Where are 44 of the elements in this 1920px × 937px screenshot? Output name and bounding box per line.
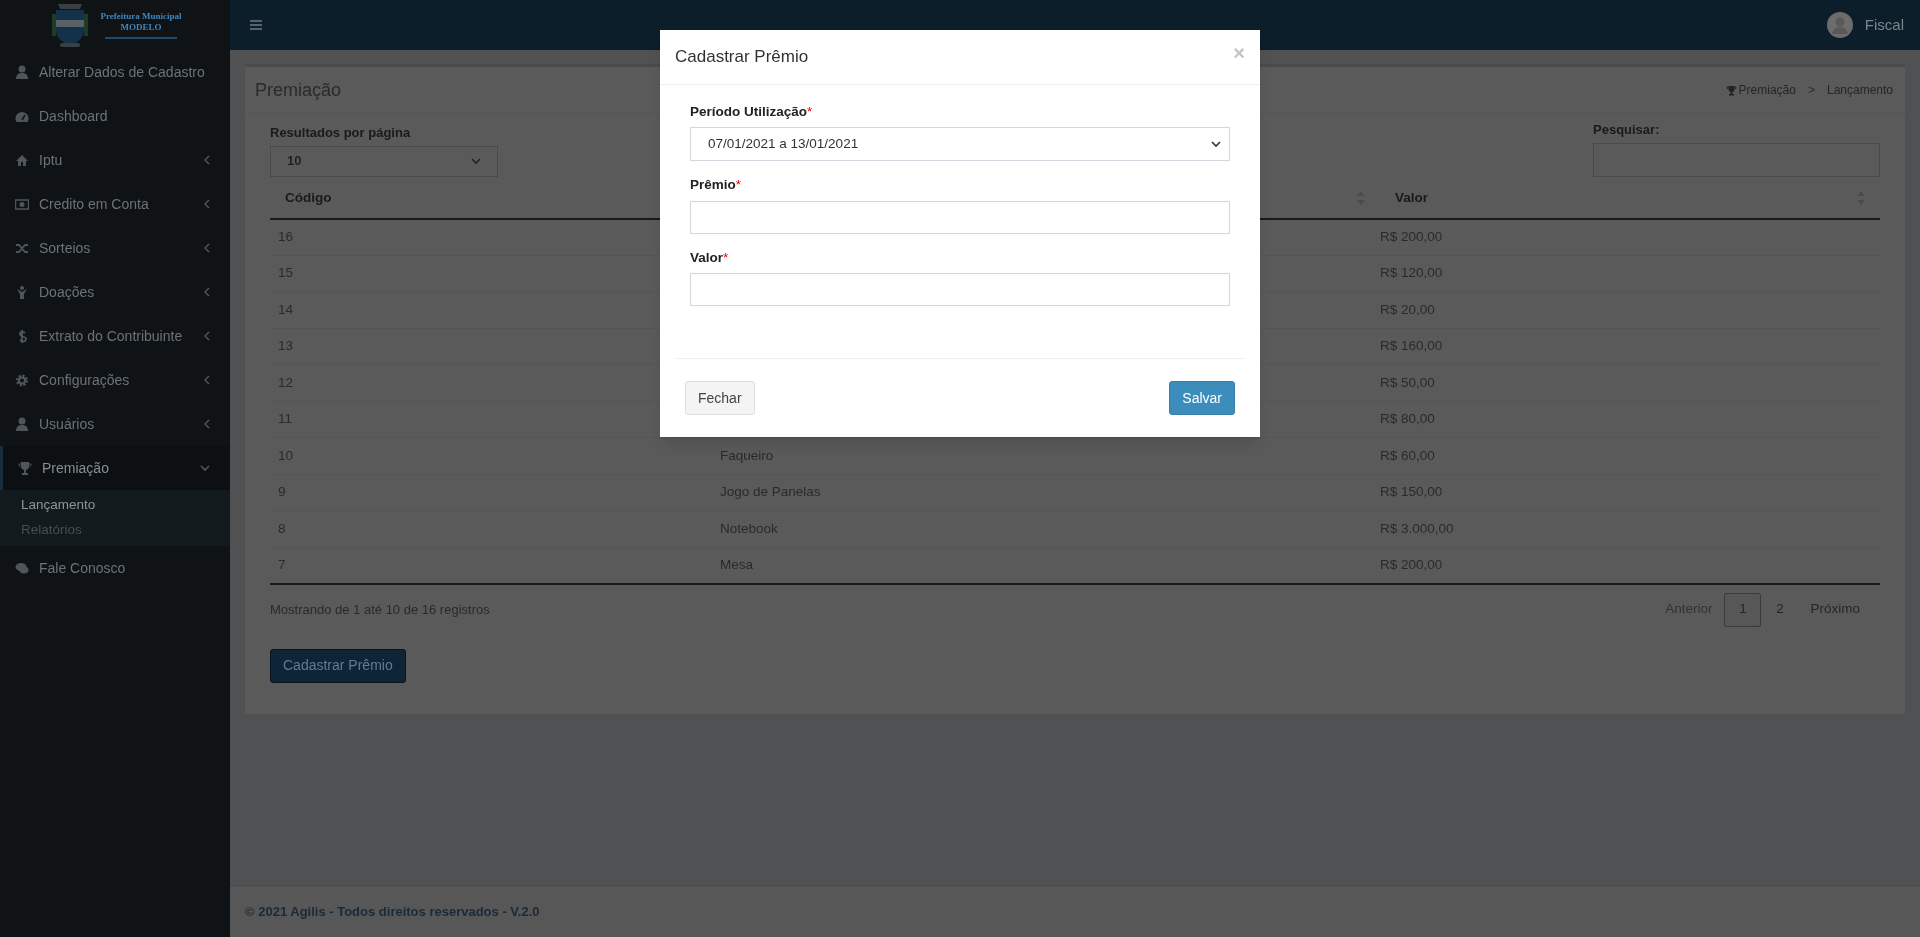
trophy-icon (18, 460, 32, 476)
footer-text: © 2021 Agilis - Todos direitos reservados - V.2.0 (245, 902, 540, 921)
modal-title: Cadastrar Prêmio (675, 46, 809, 69)
field-label: Valor* (690, 248, 730, 267)
logo-text: MODELO (120, 22, 162, 33)
add-prize-button[interactable]: Cadastrar Prêmio (270, 648, 406, 683)
chat-icon (15, 560, 29, 576)
avatar-icon[interactable] (1826, 12, 1853, 38)
field-label: Pesquisar: (1593, 121, 1661, 139)
sidebar-item[interactable]: Sorteios (0, 226, 230, 270)
breadcrumb-separator: > (1807, 82, 1815, 99)
home-icon (15, 152, 29, 168)
field-label: Período Utilização* (690, 103, 814, 121)
field-label: Resultados por página (270, 124, 412, 142)
page-size-select[interactable]: 10 (270, 145, 498, 177)
user-icon (15, 64, 29, 80)
sidebar-item[interactable]: Fale Conosco (0, 546, 230, 590)
money-icon (15, 196, 29, 212)
user-name[interactable]: Fiscal (1864, 13, 1904, 37)
user-icon (15, 416, 29, 432)
column-header[interactable]: Valor (1395, 187, 1429, 209)
save-button[interactable]: Salvar (1169, 381, 1235, 415)
chevron-down-icon (471, 157, 481, 165)
period-select[interactable]: 07/01/2021 a 13/01/2021 (690, 127, 1230, 162)
gear-icon (15, 372, 29, 388)
input-field[interactable] (690, 200, 1230, 234)
menu-icon[interactable] (250, 20, 262, 30)
chevron-down-icon (1211, 140, 1221, 148)
close-dialog-button[interactable]: Fechar (685, 381, 755, 415)
sidebar-item[interactable]: Configurações (0, 358, 230, 402)
sidebar-item[interactable]: Doações (0, 270, 230, 314)
sidebar-item[interactable]: Usuários (0, 402, 230, 446)
sidebar-item[interactable]: Alterar Dados de Cadastro (0, 50, 230, 94)
sidebar-item[interactable]: Dashboard (0, 94, 230, 138)
trophy-icon (1725, 84, 1737, 96)
input-field[interactable] (690, 272, 1230, 306)
logo-text: Prefeitura Municipal (100, 11, 182, 22)
submenu-item[interactable]: Lançamento (0, 493, 230, 518)
person-icon (15, 284, 29, 300)
sidebar-item[interactable]: Iptu (0, 138, 230, 182)
column-header[interactable]: Código (285, 187, 332, 209)
sidebar-item[interactable]: Extrato do Contribuinte (0, 314, 230, 358)
sidebar-item[interactable]: Credito em Conta (0, 182, 230, 226)
field-label: Prêmio* (690, 176, 743, 195)
